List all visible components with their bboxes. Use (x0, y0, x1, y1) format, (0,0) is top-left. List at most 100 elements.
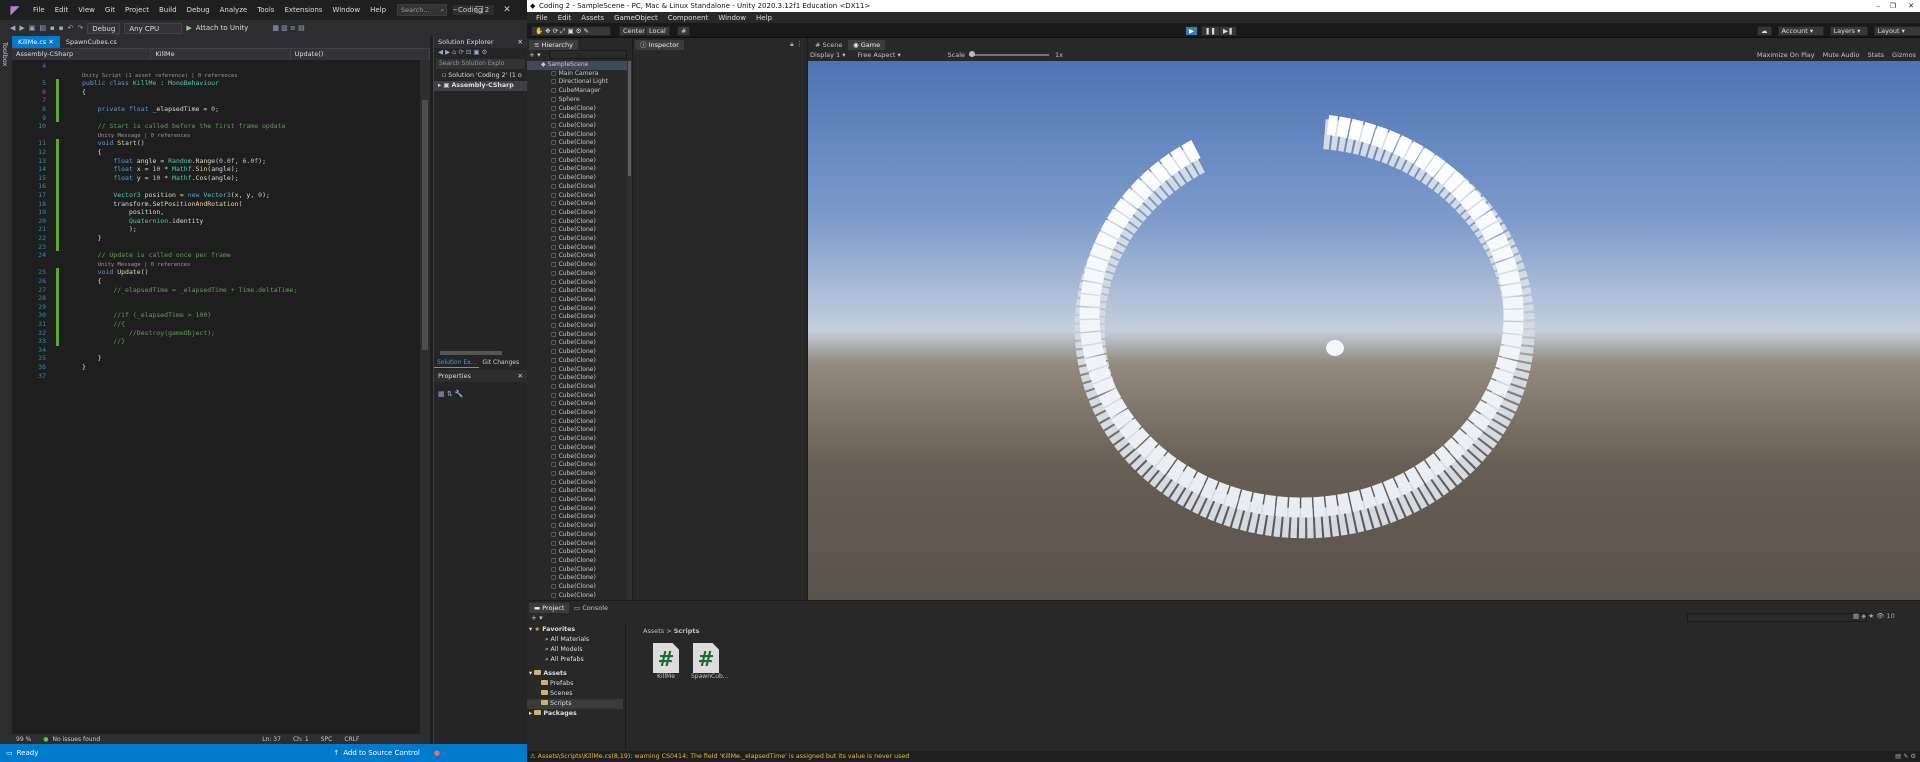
hierarchy-item[interactable]: ▢ Cube(Clone) (527, 409, 627, 418)
stats-toggle[interactable]: Stats (1867, 51, 1884, 59)
new-item-icon[interactable]: ▣ (29, 24, 36, 32)
hierarchy-item[interactable]: ▢ Cube(Clone) (527, 192, 627, 201)
hierarchy-item[interactable]: ▢ Cube(Clone) (527, 513, 627, 522)
pivot-local-button[interactable]: Local (645, 26, 670, 36)
menu-item-file[interactable]: File (531, 14, 553, 22)
hierarchy-item[interactable]: ▢ Cube(Clone) (527, 209, 627, 218)
tab-hierarchy[interactable]: ≡ Hierarchy (529, 40, 578, 50)
hierarchy-item[interactable]: ▢ Cube(Clone) (527, 235, 627, 244)
packages-node[interactable]: ▸ Packages (527, 709, 623, 719)
platform-dropdown[interactable]: Any CPU (124, 22, 183, 34)
assets-node[interactable]: ▾ Assets (527, 669, 623, 679)
file-killme[interactable]: # KillMe (653, 643, 679, 680)
breadcrumb-assets[interactable]: Assets (643, 627, 664, 635)
save-icon[interactable]: ▪ (50, 24, 55, 32)
hierarchy-item[interactable]: ▢ Cube(Clone) (527, 540, 627, 549)
lock-icon[interactable]: 🔒︎ ⋮ (790, 40, 803, 49)
minimize-icon[interactable]: – (444, 0, 466, 20)
hierarchy-item[interactable]: ▢ CubeManager (527, 87, 627, 96)
horizontal-scrollbar[interactable] (440, 351, 502, 355)
attach-to-unity-button[interactable]: Attach to Unity (196, 24, 249, 32)
hierarchy-item[interactable]: ▢ Cube(Clone) (527, 322, 627, 331)
favorite-item[interactable]: ⌕ All Materials (527, 635, 623, 645)
back-icon[interactable]: ◀ (10, 24, 15, 32)
file-spawncubes[interactable]: # SpawnCub... (691, 643, 729, 680)
hierarchy-item[interactable]: ▢ Directional Light (527, 78, 627, 87)
menu-item-tools[interactable]: Tools (252, 6, 279, 14)
hierarchy-item[interactable]: ▢ Cube(Clone) (527, 122, 627, 131)
toolbar-options-icon[interactable]: ▦ ▥ ≡ ▤ (272, 24, 304, 32)
hierarchy-item[interactable]: ▢ Cube(Clone) (527, 557, 627, 566)
member-dropdown[interactable]: Update() (290, 49, 430, 60)
hierarchy-item[interactable]: ▢ Cube(Clone) (527, 226, 627, 235)
hierarchy-item[interactable]: ▢ Cube(Clone) (527, 279, 627, 288)
expand-icon[interactable]: ▸ (438, 82, 441, 89)
maximize-on-play-toggle[interactable]: Maximize On Play (1757, 51, 1815, 59)
create-add-icon[interactable]: + ▾ (529, 51, 541, 59)
play-icon[interactable]: ▶ (186, 24, 191, 32)
hierarchy-scrollbar[interactable] (627, 61, 632, 600)
scale-slider-knob[interactable] (969, 51, 976, 57)
tab-spawncubes[interactable]: SpawnCubes.cs (60, 36, 123, 48)
solution-node[interactable]: ▫ Solution 'Coding 2' (1 o (434, 71, 527, 81)
menu-item-help[interactable]: Help (751, 14, 777, 22)
scale-slider[interactable] (969, 51, 1050, 57)
hierarchy-item[interactable]: ▢ Cube(Clone) (527, 548, 627, 557)
hierarchy-item[interactable]: ▢ Cube(Clone) (527, 522, 627, 531)
open-file-icon[interactable]: ▤ (39, 24, 46, 32)
editor-scrollbar[interactable] (420, 60, 430, 734)
redo-icon[interactable]: ↷ (77, 24, 83, 32)
hierarchy-item[interactable]: ▢ Cube(Clone) (527, 592, 627, 599)
maximize-icon[interactable]: ❐ (1890, 0, 1896, 12)
hierarchy-item[interactable]: ▢ Cube(Clone) (527, 531, 627, 540)
menu-item-git[interactable]: Git (100, 6, 120, 14)
tab-solution-explorer[interactable]: Solution Ex... (434, 358, 480, 368)
class-dropdown[interactable]: KillMe (151, 49, 291, 60)
menu-item-gameobject[interactable]: GameObject (609, 14, 663, 22)
hierarchy-item[interactable]: ▢ Cube(Clone) (527, 435, 627, 444)
hierarchy-item[interactable]: ▢ Cube(Clone) (527, 357, 627, 366)
hierarchy-item[interactable]: ▢ Cube(Clone) (527, 496, 627, 505)
tab-killme[interactable]: KillMe.cs ✕ (12, 36, 60, 48)
asset-folder-item[interactable]: Prefabs (527, 679, 623, 689)
hierarchy-item[interactable]: ▢ Cube(Clone) (527, 148, 627, 157)
vs-search-input[interactable]: Search... ⌕ (397, 4, 448, 16)
display-dropdown[interactable]: Display 1 ▾ (810, 51, 846, 59)
undo-icon[interactable]: ↶ (68, 24, 74, 32)
zoom-level[interactable]: 99 % (16, 736, 31, 743)
menu-item-analyze[interactable]: Analyze (215, 6, 253, 14)
hierarchy-item[interactable]: ▢ Cube(Clone) (527, 479, 627, 488)
hierarchy-item[interactable]: ▢ Cube(Clone) (527, 296, 627, 305)
aspect-dropdown[interactable]: Free Aspect ▾ (858, 51, 938, 59)
grid-snap-icon[interactable]: # (677, 26, 691, 36)
code-line[interactable]: 37 (12, 372, 422, 381)
expand-icon[interactable]: ▾ (529, 670, 532, 677)
favorites-node[interactable]: ▾ ★ Favorites (527, 625, 623, 635)
hierarchy-item[interactable]: ▢ Cube(Clone) (527, 305, 627, 314)
menu-item-edit[interactable]: Edit (50, 6, 74, 14)
hierarchy-item[interactable]: ▢ Cube(Clone) (527, 200, 627, 209)
hierarchy-item[interactable]: ▢ Cube(Clone) (527, 574, 627, 583)
layers-dropdown[interactable]: Layers ▾ (1829, 25, 1868, 36)
line-ending-indicator[interactable]: CRLF (344, 736, 359, 743)
account-dropdown[interactable]: Account ▾ (1777, 25, 1824, 36)
hierarchy-item[interactable]: ▢ Cube(Clone) (527, 505, 627, 514)
hierarchy-item[interactable]: ▢ Sphere (527, 96, 627, 105)
hierarchy-item[interactable]: ▢ Cube(Clone) (527, 313, 627, 322)
maximize-icon[interactable]: □ (468, 0, 490, 20)
cloud-services-icon[interactable]: ☁ (1757, 25, 1772, 36)
hierarchy-item[interactable]: ▢ Main Camera (527, 70, 627, 79)
expand-icon[interactable]: ▸ (529, 710, 532, 717)
pause-button[interactable]: ❚❚ (1201, 26, 1220, 36)
step-button[interactable]: ▶❚ (1219, 26, 1238, 36)
whitespace-indicator[interactable]: SPC (321, 736, 333, 743)
hierarchy-search-input[interactable] (549, 50, 627, 59)
configuration-dropdown[interactable]: Debug (87, 22, 121, 34)
favorite-item[interactable]: ⌕ All Models (527, 645, 623, 655)
menu-item-build[interactable]: Build (154, 6, 182, 14)
menu-item-assets[interactable]: Assets (576, 14, 609, 22)
issues-indicator[interactable]: No issues found (53, 736, 101, 743)
project-dropdown[interactable]: Assembly-CSharp (12, 49, 152, 60)
scrollbar-thumb[interactable] (422, 100, 428, 350)
asset-folder-item[interactable]: Scenes (527, 689, 623, 699)
